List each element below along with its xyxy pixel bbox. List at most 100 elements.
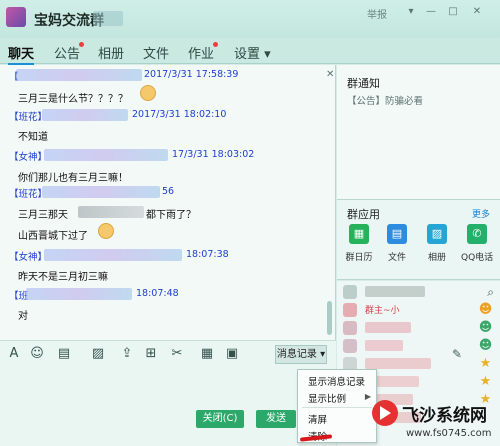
watermark-title: 飞沙系统网 — [402, 406, 487, 426]
name-mosaic — [44, 249, 182, 261]
message-text: 你们那儿也有三月三嘛！ — [18, 173, 128, 184]
member-row[interactable]: 群主~小 ☻ — [343, 301, 493, 319]
emoji-icon[interactable]: ☺ — [29, 347, 45, 361]
message-time: 18:07:48 — [136, 288, 179, 299]
message-history-button[interactable]: 消息记录 ▾ — [275, 345, 327, 364]
tab-settings[interactable]: 设置 ▾ — [234, 43, 271, 62]
app-label: 相册 — [427, 253, 446, 263]
play-logo-icon — [372, 400, 398, 426]
message-header: 【女神】 — [9, 252, 48, 263]
folder-icon: ▤ — [387, 224, 407, 244]
group-avatar[interactable] — [6, 7, 26, 27]
emoji-icon — [98, 223, 114, 239]
member-row[interactable]: ☻ — [343, 337, 493, 355]
name-mosaic — [93, 11, 123, 26]
member-row[interactable] — [343, 283, 493, 301]
app-qq-call[interactable]: ✆ QQ电话 — [461, 224, 493, 263]
name-mosaic — [26, 288, 132, 300]
tab-chat[interactable]: 聊天 — [8, 43, 35, 65]
member-name: 群主~小 — [365, 306, 400, 316]
app-album[interactable]: ▨ 相册 — [421, 224, 453, 263]
scrollbar-thumb[interactable] — [327, 301, 332, 335]
group-notice-panel: 群通知 【公告】防骗必看 — [337, 65, 500, 200]
phone-icon: ✆ — [467, 224, 487, 244]
message-text: 昨天不是三月初三嘛 — [18, 272, 108, 283]
more-apps-link[interactable]: 更多 — [472, 207, 490, 220]
tab-homework[interactable]: 作业 — [188, 43, 214, 62]
name-mosaic — [365, 358, 431, 369]
name-mosaic — [365, 340, 403, 351]
screen-icon[interactable]: ▣ — [224, 347, 240, 361]
message-time: 17/3/31 18:03:02 — [172, 149, 255, 160]
message-time: 2017/3/31 17:58:39 — [144, 69, 239, 80]
edit-icon[interactable]: ✎ — [452, 347, 462, 361]
avatar — [343, 285, 357, 299]
notice-text[interactable]: 【公告】防骗必看 — [347, 93, 423, 107]
message-time: 18:07:38 — [186, 249, 229, 260]
image-icon[interactable]: ▨ — [90, 347, 106, 361]
star-icon: ★ — [479, 356, 492, 371]
message-time: 56 — [162, 186, 175, 197]
message-time: 2017/3/31 18:02:10 — [132, 109, 227, 120]
notice-title: 群通知 — [347, 77, 380, 90]
chat-scrollbar[interactable] — [327, 65, 333, 340]
name-mosaic — [365, 286, 425, 297]
message-text: 三月三那天 — [18, 210, 68, 221]
tab-bar: 聊天 公告 相册 文件 作业 设置 ▾ — [0, 38, 500, 65]
name-mosaic — [42, 186, 160, 198]
message-text: 三月三是什么节？？？？ — [18, 94, 128, 105]
gif-icon[interactable]: ▤ — [56, 347, 72, 361]
app-label: 群日历 — [345, 253, 373, 263]
submenu-arrow-icon: ▶ — [364, 392, 371, 401]
send-button[interactable]: 发送 — [256, 410, 296, 428]
emoji-icon — [140, 85, 156, 101]
admin-icon: ☻ — [478, 320, 493, 335]
tab-files[interactable]: 文件 — [143, 43, 169, 62]
menu-clear-screen[interactable]: 清屏 — [308, 412, 327, 426]
group-apps-panel: 群应用 更多 ▦ 群日历 ▤ 文件 ▨ 相册 ✆ QQ电话 — [337, 200, 500, 280]
message-input[interactable]: 关闭(C) 发送 — [0, 368, 336, 446]
avatar — [343, 339, 357, 353]
member-row[interactable]: ☻ — [343, 319, 493, 337]
minimize-icon[interactable]: — — [424, 6, 438, 17]
maximize-icon[interactable]: □ — [446, 6, 460, 17]
tab-announcement[interactable]: 公告 — [54, 43, 80, 62]
owner-icon: ☻ — [478, 302, 493, 317]
name-mosaic — [42, 109, 128, 121]
name-mosaic — [16, 69, 142, 81]
chat-history[interactable]: 【 2017/3/31 17:58:39 三月三是什么节？？？？ 【班花】 20… — [0, 65, 336, 340]
name-mosaic — [44, 149, 168, 161]
dropdown-icon[interactable]: ▾ — [404, 6, 418, 17]
collapse-panel-icon[interactable]: ✕ — [326, 69, 334, 80]
report-button[interactable]: 举报 — [367, 6, 387, 21]
tab-album[interactable]: 相册 — [98, 43, 124, 62]
close-icon[interactable]: ✕ — [470, 6, 484, 17]
calendar-icon: ▦ — [349, 224, 369, 244]
menu-display-ratio[interactable]: 显示比例 — [308, 391, 346, 405]
message-text: 对 — [18, 311, 28, 322]
avatar — [343, 321, 357, 335]
upload-icon[interactable]: ⇪ — [119, 347, 135, 361]
announcement-badge — [79, 42, 84, 47]
font-icon[interactable]: A — [6, 347, 22, 361]
scissors-icon[interactable]: ✂ — [169, 347, 185, 361]
message-text: 山西晋城下过了 — [18, 231, 88, 242]
watermark-url: www.fs0745.com — [406, 428, 492, 439]
gift-icon[interactable]: ⊞ — [143, 347, 159, 361]
calendar-icon[interactable]: ▦ — [199, 347, 215, 361]
app-label: 文件 — [387, 253, 406, 263]
message-text: 都下雨了？ — [146, 210, 196, 221]
photo-icon: ▨ — [427, 224, 447, 244]
input-toolbar: A ☺ ▤ ▨ ⇪ ⊞ ✂ ▦ ▣ 消息记录 ▾ — [0, 340, 336, 368]
app-label: QQ电话 — [461, 253, 494, 263]
menu-show-history[interactable]: 显示消息记录 — [308, 374, 365, 388]
star-icon: ★ — [479, 374, 492, 389]
app-calendar[interactable]: ▦ 群日历 — [343, 224, 375, 263]
close-button[interactable]: 关闭(C) — [196, 410, 244, 428]
avatar — [343, 303, 357, 317]
app-files[interactable]: ▤ 文件 — [381, 224, 413, 263]
admin-icon: ☻ — [478, 338, 493, 353]
apps-title: 群应用 — [347, 208, 380, 221]
name-mosaic — [365, 322, 411, 333]
message-text: 不知道 — [18, 132, 48, 143]
